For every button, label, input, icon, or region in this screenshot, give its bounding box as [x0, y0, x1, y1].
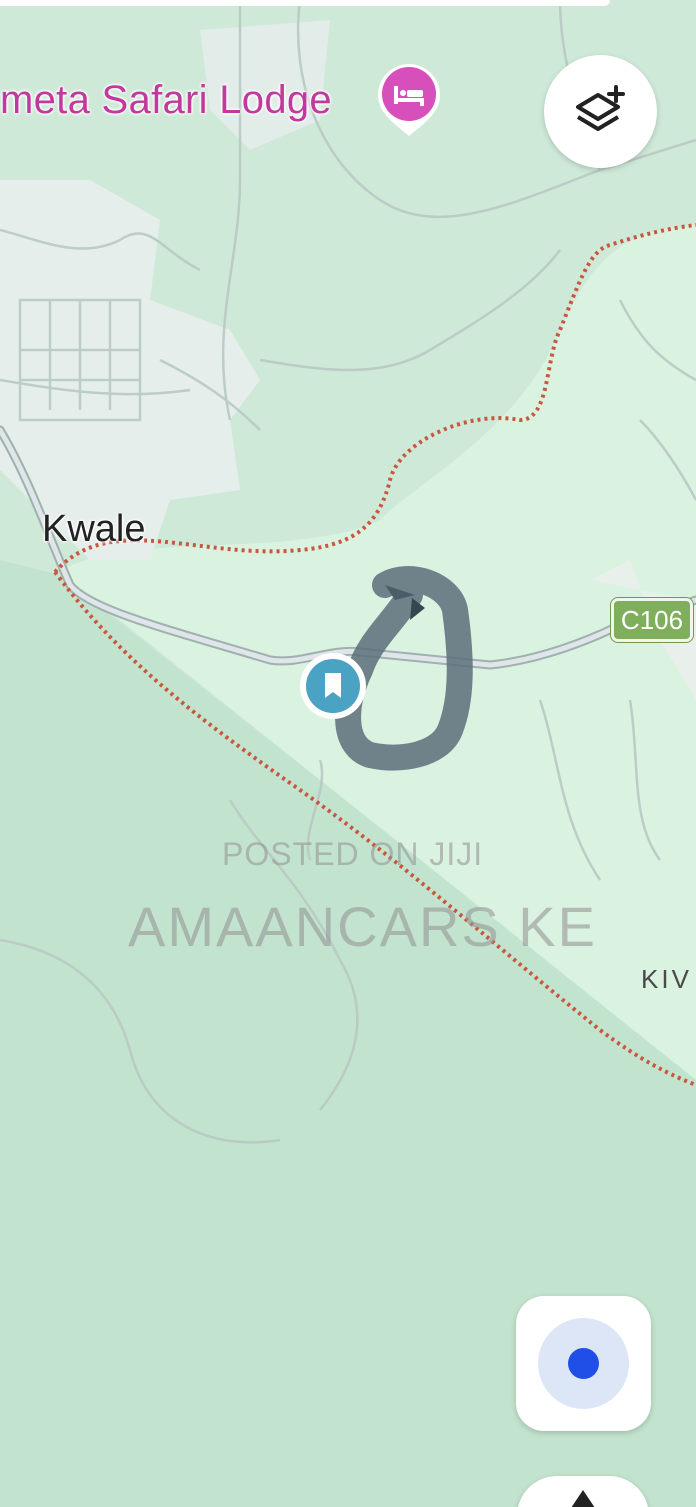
top-edge-overlay — [0, 0, 610, 6]
navigation-arrow-icon — [571, 1490, 595, 1507]
watermark-line1: POSTED ON JIJI — [222, 836, 484, 872]
hotel-bed-icon[interactable] — [374, 60, 444, 140]
poi-label[interactable]: meta Safari Lodge — [0, 78, 332, 123]
map-canvas[interactable]: meta Safari Lodge Kwale C106 KIV POSTED … — [0, 0, 696, 1507]
layers-button[interactable] — [544, 55, 657, 168]
my-location-button[interactable] — [516, 1296, 651, 1431]
town-label[interactable]: Kwale — [42, 508, 146, 551]
watermark-line2: AMAANCARS KE — [128, 895, 597, 958]
bookmark-pin-icon[interactable] — [298, 651, 368, 721]
edge-place-label[interactable]: KIV — [641, 964, 692, 995]
layers-plus-icon — [576, 85, 625, 131]
my-location-icon — [568, 1348, 599, 1379]
drawn-area-outline — [335, 566, 473, 771]
navigation-button[interactable] — [517, 1476, 649, 1507]
road-shield: C106 — [611, 598, 693, 642]
